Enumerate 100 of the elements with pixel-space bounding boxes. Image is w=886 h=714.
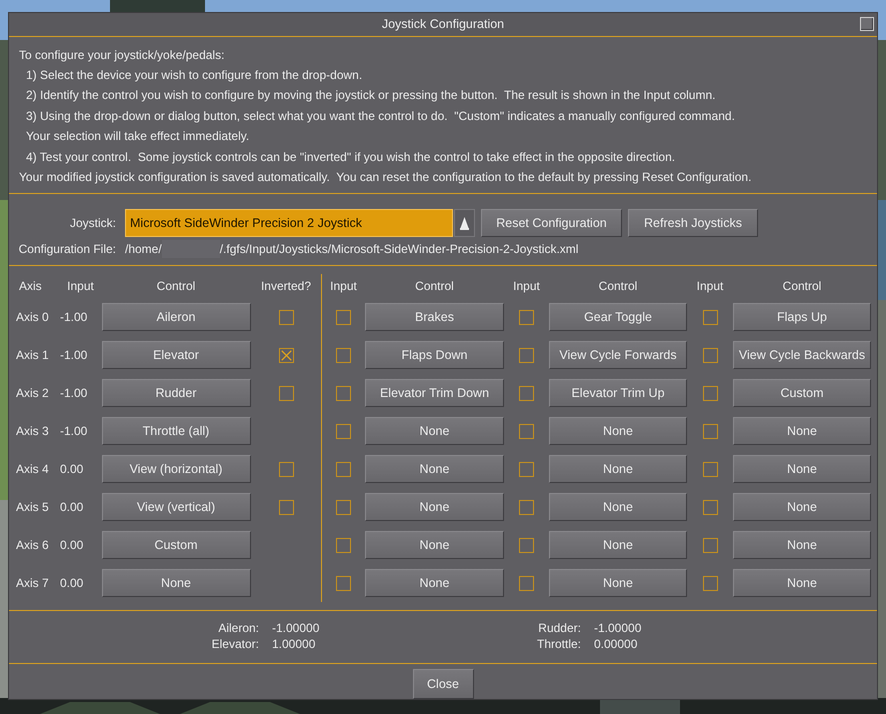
inverted-checkbox[interactable]: [278, 500, 294, 515]
button-control-button[interactable]: None: [365, 455, 504, 484]
close-button[interactable]: Close: [412, 669, 474, 699]
input-indicator-checkbox[interactable]: [702, 424, 718, 439]
input-indicator-checkbox[interactable]: [519, 310, 534, 325]
axis-label: Axis 0: [16, 310, 49, 324]
input-indicator-checkbox[interactable]: [519, 538, 534, 553]
column-header: Input: [67, 279, 94, 294]
instruction-text: 4) Test your control. Some joystick controls can be "inverted" if you wish the control to take effect in the opposite direction.: [25, 148, 676, 166]
action-button[interactable]: Refresh Joysticks: [628, 208, 758, 237]
column-header: Control: [782, 279, 822, 294]
button-control-button[interactable]: Flaps Up: [733, 303, 871, 332]
input-indicator-checkbox[interactable]: [702, 462, 718, 477]
axis-control-button[interactable]: View (vertical): [102, 493, 250, 522]
input-indicator-checkbox[interactable]: [336, 424, 351, 439]
axis-label: Axis 7: [16, 576, 49, 590]
button-control-button[interactable]: None: [549, 493, 687, 522]
column-header: Control: [415, 279, 454, 294]
input-indicator-checkbox[interactable]: [336, 500, 351, 515]
axis-control-button[interactable]: Custom: [102, 531, 250, 560]
input-indicator-checkbox[interactable]: [336, 310, 351, 325]
inverted-checkbox[interactable]: [278, 462, 294, 477]
instruction-text: 1) Select the device your wish to configure from the drop-down.: [25, 67, 364, 84]
input-indicator-checkbox[interactable]: [336, 576, 351, 591]
input-indicator-checkbox[interactable]: [519, 576, 534, 591]
button-control-button[interactable]: Flaps Down: [365, 341, 504, 370]
input-indicator-checkbox[interactable]: [336, 348, 351, 363]
readout-label: Elevator:: [210, 637, 260, 654]
inverted-checkbox[interactable]: [278, 386, 294, 401]
axis-input-value: 0.00: [60, 500, 84, 514]
input-indicator-checkbox[interactable]: [519, 348, 534, 363]
input-indicator-checkbox[interactable]: [702, 310, 718, 325]
input-indicator-checkbox[interactable]: [702, 500, 718, 515]
button-control-button[interactable]: None: [733, 417, 871, 446]
axis-control-button[interactable]: Aileron: [102, 303, 250, 332]
button-control-button[interactable]: Brakes: [365, 303, 504, 332]
axis-input-value: 0.00: [60, 538, 84, 552]
button-control-button[interactable]: Custom: [733, 379, 871, 408]
input-indicator-checkbox[interactable]: [519, 386, 534, 401]
input-indicator-checkbox[interactable]: [702, 538, 718, 553]
axis-input-value: -1.00: [60, 310, 88, 324]
button-control-button[interactable]: None: [365, 569, 504, 598]
button-control-button[interactable]: None: [365, 417, 504, 446]
dropdown-button[interactable]: [454, 208, 475, 237]
button-control-button[interactable]: None: [365, 531, 504, 560]
action-button[interactable]: Reset Configuration: [481, 208, 622, 237]
button-control-button[interactable]: None: [733, 493, 871, 522]
joystick-label: Joystick:: [68, 216, 117, 230]
button-control-button[interactable]: View Cycle Forwards: [549, 341, 687, 370]
axis-control-button[interactable]: Elevator: [102, 341, 250, 370]
button-control-button[interactable]: None: [549, 531, 687, 560]
axis-control-button[interactable]: None: [102, 569, 250, 598]
inverted-checkbox[interactable]: [278, 348, 294, 363]
button-control-button[interactable]: View Cycle Backwards: [733, 341, 871, 370]
joystick-dropdown[interactable]: Microsoft SideWinder Precision 2 Joystick: [125, 208, 453, 237]
column-header: Inverted?: [260, 279, 312, 294]
column-header: Control: [156, 279, 196, 294]
close-button[interactable]: [860, 17, 874, 31]
button-control-button[interactable]: Elevator Trim Down: [365, 379, 504, 408]
config-file-path: /.fgfs/Input/Joysticks/Microsoft-SideWinder-Precision-2-Joystick.xml: [220, 242, 578, 256]
button-control-button[interactable]: None: [733, 455, 871, 484]
column-header: Input: [330, 279, 357, 294]
axis-control-button[interactable]: Rudder: [102, 379, 250, 408]
button-control-button[interactable]: None: [733, 531, 871, 560]
axis-input-value: 0.00: [60, 576, 84, 590]
input-indicator-checkbox[interactable]: [336, 538, 351, 553]
axis-label: Axis 1: [16, 348, 49, 362]
instruction-text: Your selection will take effect immediately.: [25, 128, 250, 146]
inverted-checkbox[interactable]: [278, 310, 294, 325]
readout-value: 1.00000: [272, 637, 316, 654]
readout-label: Rudder:: [537, 621, 582, 638]
button-control-button[interactable]: None: [733, 569, 871, 598]
input-indicator-checkbox[interactable]: [336, 386, 351, 401]
button-control-button[interactable]: None: [549, 455, 687, 484]
button-control-button[interactable]: None: [549, 417, 687, 446]
axis-input-value: 0.00: [60, 462, 84, 476]
axis-label: Axis 5: [16, 500, 49, 514]
input-indicator-checkbox[interactable]: [702, 386, 718, 401]
instruction-text: Your modified joystick configuration is saved automatically. You can reset the configuration to the default by pressing Reset Configuration.: [19, 169, 752, 186]
column-header: Axis: [19, 279, 42, 294]
input-indicator-checkbox[interactable]: [519, 462, 534, 477]
instruction-text: 3) Using the drop-down or dialog button, select what you want the control to do. "Custom" indicates a manually configured command.: [25, 108, 736, 125]
readout-label: Aileron:: [217, 621, 260, 638]
axis-label: Axis 4: [16, 462, 49, 476]
input-indicator-checkbox[interactable]: [336, 462, 351, 477]
column-header: Control: [598, 279, 638, 294]
input-indicator-checkbox[interactable]: [702, 576, 718, 591]
input-indicator-checkbox[interactable]: [702, 348, 718, 363]
button-control-button[interactable]: Elevator Trim Up: [549, 379, 687, 408]
input-indicator-checkbox[interactable]: [519, 500, 534, 515]
axis-control-button[interactable]: Throttle (all): [102, 417, 250, 446]
button-control-button[interactable]: Gear Toggle: [549, 303, 687, 332]
button-control-button[interactable]: None: [365, 493, 504, 522]
input-indicator-checkbox[interactable]: [519, 424, 534, 439]
axis-control-button[interactable]: View (horizontal): [102, 455, 250, 484]
axis-label: Axis 2: [16, 386, 49, 400]
column-header: Input: [696, 279, 724, 294]
axis-label: Axis 6: [16, 538, 49, 552]
button-control-button[interactable]: None: [549, 569, 687, 598]
window-title: Joystick Configuration: [382, 17, 504, 32]
